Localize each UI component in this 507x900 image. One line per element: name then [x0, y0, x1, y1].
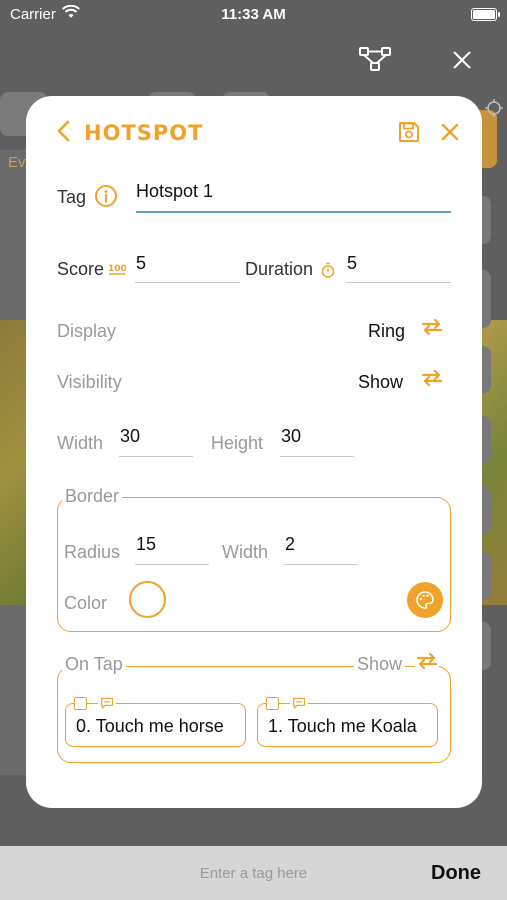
status-time: 11:33 AM [221, 6, 286, 23]
swap-icon[interactable] [420, 366, 444, 390]
width-input-value: 30 [120, 426, 141, 446]
on-tap-item[interactable]: 0. Touch me horse [65, 695, 246, 747]
border-radius-input[interactable]: 15 [135, 529, 209, 565]
modal-header: HOTSPOT [26, 96, 482, 166]
item-checkbox[interactable] [266, 697, 279, 710]
duration-input[interactable]: 5 [346, 248, 451, 283]
back-chevron-icon[interactable] [56, 120, 70, 142]
done-button[interactable]: Done [431, 862, 481, 885]
display-label: Display [57, 321, 117, 341]
duration-label: Duration [245, 259, 314, 279]
battery-icon [471, 8, 500, 21]
save-icon[interactable] [397, 120, 421, 144]
height-input[interactable]: 30 [280, 422, 354, 457]
border-legend: Border [62, 486, 123, 507]
border-radius-value: 15 [136, 534, 157, 554]
stopwatch-icon [321, 262, 335, 278]
on-tap-mode: Show [354, 654, 406, 675]
swap-icon[interactable] [415, 649, 439, 673]
close-icon[interactable] [452, 50, 472, 70]
display-value: Ring [368, 321, 406, 341]
border-color-swatch[interactable] [129, 581, 166, 618]
keyboard-accessory-bar: Enter a tag here Done [0, 846, 507, 900]
score-label: Score [57, 259, 105, 279]
info-icon[interactable] [94, 184, 118, 208]
border-color-label: Color [64, 593, 108, 613]
width-input[interactable]: 30 [119, 422, 193, 457]
palette-icon [416, 591, 434, 609]
border-width-label: Width [222, 542, 269, 562]
duration-input-value: 5 [347, 253, 358, 273]
on-tap-legend: On Tap [62, 654, 126, 675]
item-checkbox[interactable] [74, 697, 87, 710]
hotspot-modal: HOTSPOT Tag Hotspot 1 Score 100 5 Durati… [26, 96, 482, 808]
on-tap-item-label: 1. Touch me Koala [268, 716, 417, 736]
color-palette-button[interactable] [407, 582, 443, 618]
modal-title: HOTSPOT [84, 121, 204, 145]
border-width-value: 2 [285, 534, 296, 554]
message-icon [290, 695, 308, 711]
height-label: Height [211, 433, 264, 453]
message-icon [98, 695, 116, 711]
tag-input-value: Hotspot 1 [136, 181, 214, 201]
visibility-label: Visibility [57, 372, 122, 392]
swap-icon[interactable] [420, 315, 444, 339]
border-radius-label: Radius [64, 542, 121, 562]
tag-input[interactable]: Hotspot 1 [136, 178, 451, 213]
status-bar: Carrier 11:33 AM [0, 0, 507, 30]
score-input-value: 5 [136, 253, 147, 273]
on-tap-group: On Tap Show 0. Touch me horse 1. Touch m… [57, 649, 451, 763]
score-input[interactable]: 5 [135, 248, 240, 283]
border-width-input[interactable]: 2 [284, 529, 358, 565]
score-100-icon: 100 [108, 264, 126, 275]
on-tap-item-label: 0. Touch me horse [76, 716, 224, 736]
tag-label: Tag [57, 187, 87, 207]
network-icon[interactable] [358, 44, 392, 74]
on-tap-item[interactable]: 1. Touch me Koala [257, 695, 438, 747]
svg-text:100: 100 [108, 264, 126, 274]
width-label: Width [57, 433, 104, 453]
close-icon[interactable] [440, 122, 460, 142]
background-side-label: Ev [8, 154, 26, 171]
visibility-value: Show [358, 372, 404, 392]
height-input-value: 30 [281, 426, 302, 446]
border-group: Border Radius 15 Width 2 Color [57, 486, 451, 632]
target-icon [485, 99, 503, 117]
